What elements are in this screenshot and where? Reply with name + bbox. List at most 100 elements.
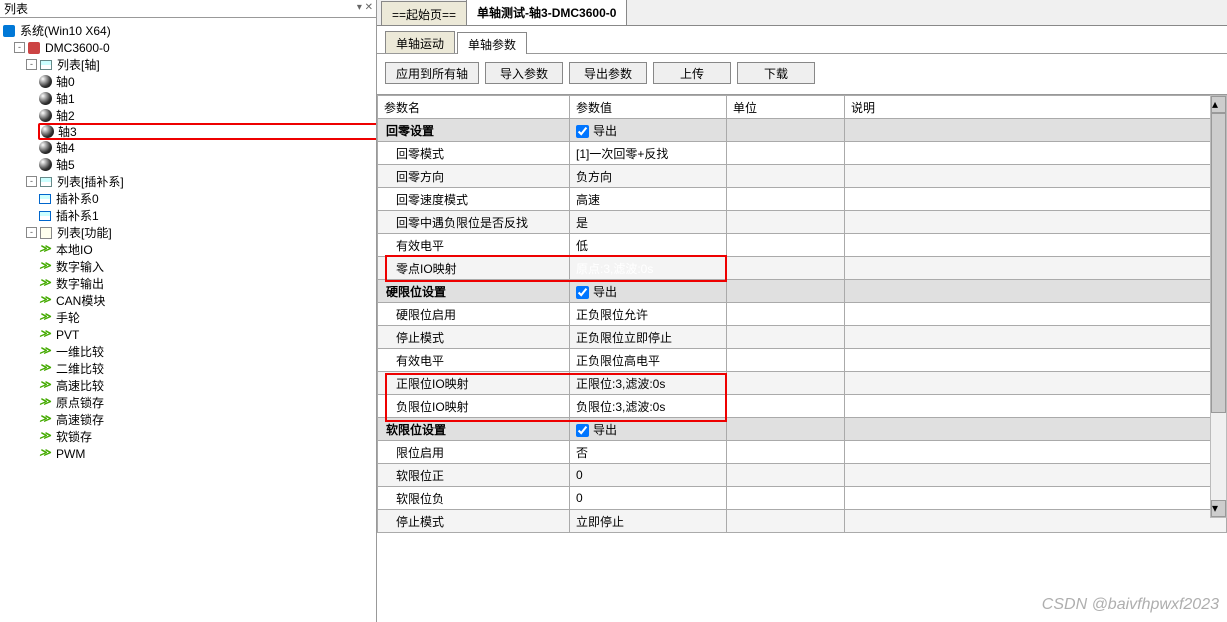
param-value[interactable]: 立即停止 [570,510,727,533]
table-row[interactable]: 软限位正0 [378,464,1227,487]
tree-func-item[interactable]: 手轮 [38,309,374,326]
axis-icon [38,75,52,89]
tree-label: CAN模块 [54,293,107,308]
collapse-icon[interactable]: - [26,176,37,187]
section-zero[interactable]: 回零设置导出 [378,119,1227,142]
param-value[interactable]: 高速 [570,188,727,211]
param-value[interactable]: 否 [570,441,727,464]
table-row[interactable]: 有效电平正负限位高电平 [378,349,1227,372]
tab-start[interactable]: ==起始页== [381,1,467,25]
tree-axis-5[interactable]: 轴5 [38,156,374,173]
device-tree[interactable]: 系统(Win10 X64) - DMC3600-0 - 列表[轴] 轴0 [0,18,376,622]
tree-func-item[interactable]: CAN模块 [38,292,374,309]
table-row[interactable]: 软限位负0 [378,487,1227,510]
table-row[interactable]: 负限位IO映射负限位:3,滤波:0s [378,395,1227,418]
tree-func-item[interactable]: 高速锁存 [38,411,374,428]
header-val[interactable]: 参数值 [570,96,727,119]
tree-axis-0[interactable]: 轴0 [38,73,374,90]
tree-func-list[interactable]: - 列表[功能] [26,224,374,241]
tree-axis-1[interactable]: 轴1 [38,90,374,107]
table-row[interactable]: 回零速度模式高速 [378,188,1227,211]
export-checkbox[interactable] [576,424,589,437]
param-value[interactable]: 低 [570,234,727,257]
tree-func-item[interactable]: 二维比较 [38,360,374,377]
table-row[interactable]: 限位启用否 [378,441,1227,464]
bolt-icon [38,396,52,410]
param-value[interactable]: 负限位:3,滤波:0s [570,395,727,418]
upload-button[interactable]: 上传 [653,62,731,84]
tree-label: 一维比较 [54,344,106,359]
table-row[interactable]: 正限位IO映射正限位:3,滤波:0s [378,372,1227,395]
export-checkbox[interactable] [576,125,589,138]
table-row[interactable]: 停止模式立即停止 [378,510,1227,533]
param-value[interactable]: 0 [570,464,727,487]
panel-title-bar: 列表 ▾ ✕ [0,0,376,18]
table-row-selected[interactable]: 零点IO映射原点:3,滤波:0s [378,257,1227,280]
tree-device[interactable]: - DMC3600-0 [14,39,374,56]
table-row[interactable]: 有效电平低 [378,234,1227,257]
table-row[interactable]: 回零模式[1]一次回零+反找 [378,142,1227,165]
table-row[interactable]: 硬限位启用正负限位允许 [378,303,1227,326]
tree-axis-list[interactable]: - 列表[轴] [26,56,374,73]
tree-interp-list[interactable]: - 列表[插补系] [26,173,374,190]
tree-axis-4[interactable]: 轴4 [38,139,374,156]
tree-interp-1[interactable]: 插补系1 [38,207,374,224]
param-value[interactable]: 正负限位允许 [570,303,727,326]
tree-func-item[interactable]: 本地IO [38,241,374,258]
panel-controls[interactable]: ▾ ✕ [355,0,375,15]
tree-system[interactable]: 系统(Win10 X64) [2,22,374,39]
param-name: 限位启用 [378,441,570,464]
param-value[interactable]: 是 [570,211,727,234]
tree-label: 高速锁存 [54,412,106,427]
subtab-param[interactable]: 单轴参数 [457,32,527,54]
collapse-icon[interactable]: - [26,227,37,238]
param-name: 硬限位启用 [378,303,570,326]
table-row[interactable]: 回零中遇负限位是否反找是 [378,211,1227,234]
tree-func-item[interactable]: 数字输出 [38,275,374,292]
checkbox-label: 导出 [593,285,617,299]
table-row[interactable]: 回零方向负方向 [378,165,1227,188]
param-value[interactable]: 正限位:3,滤波:0s [570,372,727,395]
tree-func-item[interactable]: 数字输入 [38,258,374,275]
tree-func-item[interactable]: 软锁存 [38,428,374,445]
param-value[interactable]: 负方向 [570,165,727,188]
tree-func-item[interactable]: PVT [38,326,374,343]
tree-func-item[interactable]: 原点锁存 [38,394,374,411]
section-hard[interactable]: 硬限位设置导出 [378,280,1227,303]
param-value[interactable]: 正负限位立即停止 [570,326,727,349]
tree-interp-0[interactable]: 插补系0 [38,190,374,207]
export-checkbox[interactable] [576,286,589,299]
collapse-icon[interactable]: - [26,59,37,70]
tree-func-item[interactable]: 高速比较 [38,377,374,394]
scrollbar-thumb[interactable] [1211,113,1226,413]
scrollbar-up-icon[interactable]: ▴ [1211,96,1226,113]
tree-axis-2[interactable]: 轴2 [38,107,374,124]
param-grid[interactable]: 参数名 参数值 单位 说明 回零设置导出 回零模式[1]一次回零+反找 回零方向… [377,95,1227,533]
scrollbar-down-icon[interactable]: ▾ [1211,500,1226,517]
tree-axis-3-selected[interactable]: 轴3 [38,123,376,140]
download-button[interactable]: 下载 [737,62,815,84]
section-soft[interactable]: 软限位设置导出 [378,418,1227,441]
header-unit[interactable]: 单位 [727,96,845,119]
tree-func-item[interactable]: PWM [38,445,374,462]
subtab-move[interactable]: 单轴运动 [385,31,455,53]
section-label: 软限位设置 [378,418,570,441]
import-button[interactable]: 导入参数 [485,62,563,84]
tree-label: 系统(Win10 X64) [18,23,113,38]
export-button[interactable]: 导出参数 [569,62,647,84]
collapse-icon[interactable]: - [14,42,25,53]
vertical-scrollbar[interactable]: ▴ ▾ [1210,95,1227,518]
tree-func-item[interactable]: 一维比较 [38,343,374,360]
param-value[interactable]: [1]一次回零+反找 [570,142,727,165]
param-value[interactable]: 原点:3,滤波:0s [570,257,727,280]
apply-all-button[interactable]: 应用到所有轴 [385,62,479,84]
header-name[interactable]: 参数名 [378,96,570,119]
header-desc[interactable]: 说明 [845,96,1227,119]
tree-label: 列表[轴] [55,57,102,72]
tab-axis-test[interactable]: 单轴测试-轴3-DMC3600-0 [466,0,627,25]
param-value[interactable]: 正负限位高电平 [570,349,727,372]
bolt-icon [38,294,52,308]
table-row[interactable]: 停止模式正负限位立即停止 [378,326,1227,349]
bolt-icon [38,260,52,274]
param-value[interactable]: 0 [570,487,727,510]
